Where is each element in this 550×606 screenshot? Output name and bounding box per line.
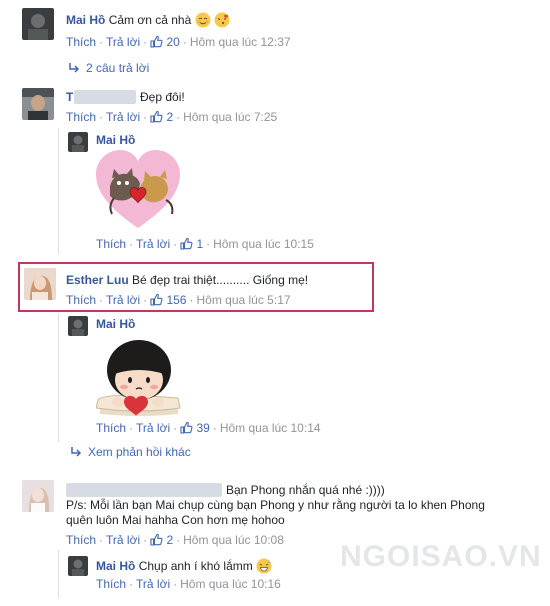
kiss-emoji-icon: [214, 12, 230, 31]
reply-link[interactable]: Trả lời: [136, 577, 170, 591]
thumbs-up-icon: [150, 293, 163, 309]
avatar[interactable]: [22, 480, 54, 512]
avatar[interactable]: [24, 268, 56, 300]
comment-text-line: P/s: Mỗi lần bạn Mai chụp cùng bạn Phong…: [66, 498, 485, 512]
more-replies-label: Xem phản hồi khác: [88, 445, 191, 459]
reply-link[interactable]: Trả lời: [136, 237, 170, 251]
like-link[interactable]: Thích: [66, 35, 96, 49]
comment-author[interactable]: Esther Luu: [66, 273, 129, 287]
comment-text: Đẹp đôi!: [140, 90, 185, 104]
reply-thread-line: [58, 128, 59, 254]
thumbs-up-icon: [180, 237, 193, 253]
comment-text: Bạn Phong nhắn quá nhé :)))): [226, 483, 385, 497]
view-replies-label: 2 câu trả lời: [86, 61, 150, 75]
reply-actions: Thích · Trả lời · Hôm qua lúc 10:16: [96, 577, 281, 591]
more-replies-link[interactable]: Xem phản hồi khác: [70, 445, 191, 460]
hugging-cats-heart-sticker: [96, 150, 180, 235]
like-link[interactable]: Thích: [66, 533, 96, 547]
like-link[interactable]: Thích: [96, 237, 126, 251]
comment-timestamp[interactable]: Hôm qua lúc 10:08: [183, 533, 284, 547]
reply-author[interactable]: Mai Hồ: [96, 133, 135, 147]
comment-actions: Thích · Trả lời · 156 · Hôm qua lúc 5:17: [66, 293, 291, 309]
comment-body: Mai Hồ Cảm ơn cả nhà: [66, 12, 230, 31]
comment-actions: Thích · Trả lời · 2 · Hôm qua lúc 7:25: [66, 110, 278, 126]
reply-arrow-icon: [70, 446, 82, 460]
reply-actions: Thích · Trả lời · 39 · Hôm qua lúc 10:14: [96, 421, 321, 437]
watermark: NGOISAO.VN: [340, 540, 542, 573]
avatar[interactable]: [68, 132, 88, 152]
comment-timestamp[interactable]: Hôm qua lúc 10:14: [220, 421, 321, 435]
comment-timestamp[interactable]: Hôm qua lúc 12:37: [190, 35, 291, 49]
blush-emoji-icon: [195, 12, 211, 31]
redacted-name: [66, 483, 222, 497]
like-link[interactable]: Thích: [66, 293, 96, 307]
comment-author[interactable]: T: [66, 90, 73, 104]
comment-body: Esther Luu Bé đẹp trai thiệt.......... G…: [66, 273, 308, 287]
comment-actions: Thích · Trả lời · 20 · Hôm qua lúc 12:37: [66, 35, 291, 51]
comment-timestamp[interactable]: Hôm qua lúc 10:15: [213, 237, 314, 251]
like-link[interactable]: Thích: [66, 110, 96, 124]
comment-body: T Đẹp đôi!: [66, 90, 185, 104]
avatar[interactable]: [22, 8, 54, 40]
redacted-name: [74, 90, 136, 104]
like-count[interactable]: 156: [166, 293, 186, 307]
reply-link[interactable]: Trả lời: [106, 533, 140, 547]
comment-actions: Thích · Trả lời · 2 · Hôm qua lúc 10:08: [66, 533, 284, 549]
grin-sweat-emoji-icon: [256, 558, 272, 577]
like-count[interactable]: 20: [166, 35, 179, 49]
reply-body: Mai Hồ Chụp anh í khó lắmm: [96, 558, 272, 577]
like-link[interactable]: Thích: [96, 421, 126, 435]
avatar[interactable]: [68, 316, 88, 336]
reply-link[interactable]: Trả lời: [106, 110, 140, 124]
reply-text: Chụp anh í khó lắmm: [138, 559, 253, 573]
reply-actions: Thích · Trả lời · 1 · Hôm qua lúc 10:15: [96, 237, 314, 253]
comment-author[interactable]: Mai Hồ: [66, 13, 105, 27]
comment-text: Bé đẹp trai thiệt.......... Giống mẹ!: [132, 273, 309, 287]
thumbs-up-icon: [180, 421, 193, 437]
reply-link[interactable]: Trả lời: [106, 35, 140, 49]
reply-author[interactable]: Mai Hồ: [96, 317, 135, 331]
reply-author[interactable]: Mai Hồ: [96, 559, 135, 573]
view-replies-link[interactable]: 2 câu trả lời: [68, 61, 149, 76]
like-link[interactable]: Thích: [96, 577, 126, 591]
reply-thread-line: [58, 314, 59, 442]
comment-text-line: quên luôn Mai hahha Con hơn mẹ hohoo: [66, 513, 285, 527]
thumbs-up-icon: [150, 110, 163, 126]
girl-with-heart-sticker: [95, 336, 182, 421]
comment-timestamp[interactable]: Hôm qua lúc 5:17: [196, 293, 290, 307]
reply-arrow-icon: [68, 62, 80, 76]
comment-timestamp[interactable]: Hôm qua lúc 10:16: [180, 577, 281, 591]
like-count[interactable]: 39: [196, 421, 209, 435]
reply-thread-line: [58, 550, 59, 598]
avatar[interactable]: [22, 88, 54, 120]
thumbs-up-icon: [150, 35, 163, 51]
reply-link[interactable]: Trả lời: [106, 293, 140, 307]
avatar[interactable]: [68, 556, 88, 576]
thumbs-up-icon: [150, 533, 163, 549]
comment-timestamp[interactable]: Hôm qua lúc 7:25: [183, 110, 277, 124]
comment-text: Cảm ơn cả nhà: [108, 13, 192, 27]
reply-link[interactable]: Trả lời: [136, 421, 170, 435]
